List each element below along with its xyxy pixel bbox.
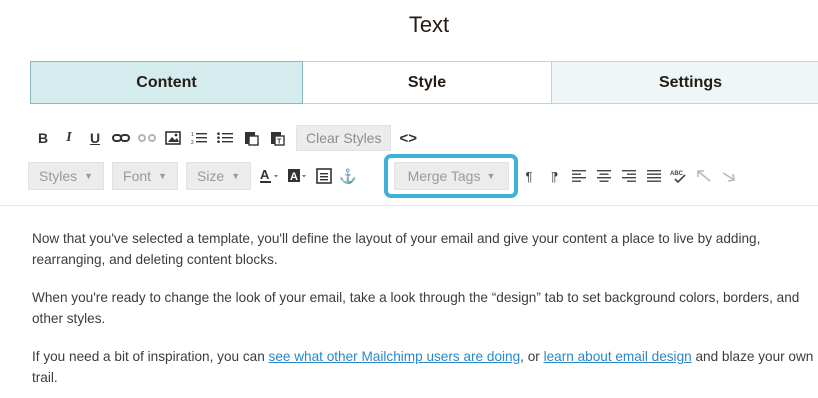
- chevron-down-icon: ▼: [158, 171, 167, 181]
- tab-settings[interactable]: Settings: [552, 61, 818, 104]
- ordered-list-icon[interactable]: 12: [188, 126, 210, 150]
- svg-text:ABC: ABC: [670, 171, 684, 177]
- editor-content[interactable]: Now that you've selected a template, you…: [32, 228, 818, 398]
- clear-styles-button[interactable]: Clear Styles: [296, 125, 392, 151]
- paste-icon[interactable]: [240, 126, 262, 150]
- paragraph-text: If you need a bit of inspiration, you ca…: [32, 349, 269, 364]
- styles-dropdown-label: Styles: [39, 168, 78, 184]
- paragraph-ltr-icon[interactable]: ¶: [519, 164, 539, 188]
- styles-dropdown[interactable]: Styles ▼: [28, 162, 105, 190]
- svg-text:A: A: [260, 167, 270, 182]
- email-design-link[interactable]: learn about email design: [544, 349, 692, 364]
- svg-text:A: A: [290, 171, 298, 183]
- align-justify-icon[interactable]: [644, 164, 664, 188]
- toolbar-row-alignment: ¶ ¶ ABC: [519, 164, 744, 188]
- font-dropdown[interactable]: Font ▼: [112, 162, 178, 190]
- svg-text:1: 1: [191, 132, 194, 138]
- svg-text:T: T: [277, 139, 282, 146]
- underline-icon[interactable]: U: [84, 126, 106, 150]
- anchor-icon[interactable]: ⚓: [339, 164, 357, 188]
- editor-tabs: Content Style Settings: [30, 61, 818, 104]
- block-icon[interactable]: [315, 164, 333, 188]
- background-color-icon[interactable]: A: [287, 164, 309, 188]
- undo-icon[interactable]: [694, 164, 714, 188]
- panel-title: Text: [408, 12, 450, 37]
- chevron-down-icon: ▼: [84, 171, 94, 181]
- size-dropdown[interactable]: Size ▼: [185, 162, 252, 190]
- chevron-down-icon: ▼: [486, 171, 496, 181]
- align-left-icon[interactable]: [569, 164, 589, 188]
- toolbar-divider: [0, 205, 818, 206]
- font-dropdown-label: Font: [123, 168, 152, 184]
- mailchimp-users-link[interactable]: see what other Mailchimp users are doing: [269, 349, 521, 364]
- spellcheck-icon[interactable]: ABC: [669, 164, 689, 188]
- merge-tags-dropdown[interactable]: Merge Tags ▼: [394, 162, 509, 190]
- unordered-list-icon[interactable]: [214, 126, 236, 150]
- unlink-icon[interactable]: [136, 126, 158, 150]
- content-paragraph-2: When you're ready to change the look of …: [32, 290, 800, 326]
- tab-content[interactable]: Content: [30, 61, 303, 104]
- italic-icon[interactable]: I: [58, 126, 80, 150]
- image-icon[interactable]: [162, 126, 184, 150]
- source-code-icon[interactable]: <>: [399, 130, 417, 147]
- size-dropdown-label: Size: [196, 168, 225, 184]
- align-right-icon[interactable]: [619, 164, 639, 188]
- tab-style[interactable]: Style: [303, 61, 552, 104]
- chevron-down-icon: ▼: [231, 171, 241, 181]
- redo-icon[interactable]: [719, 164, 739, 188]
- paragraph-rtl-icon[interactable]: ¶: [544, 164, 564, 188]
- toolbar-row-styles: Styles ▼ Font ▼ Size ▼ A A ⚓: [28, 160, 363, 192]
- align-center-icon[interactable]: [594, 164, 614, 188]
- bold-icon[interactable]: B: [32, 126, 54, 150]
- paragraph-text: , or: [520, 349, 544, 364]
- svg-text:2: 2: [191, 140, 194, 145]
- paste-text-icon[interactable]: T: [266, 126, 288, 150]
- merge-tags-label: Merge Tags: [407, 168, 481, 184]
- content-paragraph-3: If you need a bit of inspiration, you ca…: [32, 346, 818, 388]
- toolbar-row-formatting: B I U 12 T Clear Styles <>: [32, 124, 417, 152]
- content-paragraph-1: Now that you've selected a template, you…: [32, 231, 761, 267]
- link-icon[interactable]: [110, 126, 132, 150]
- text-color-icon[interactable]: A: [259, 164, 281, 188]
